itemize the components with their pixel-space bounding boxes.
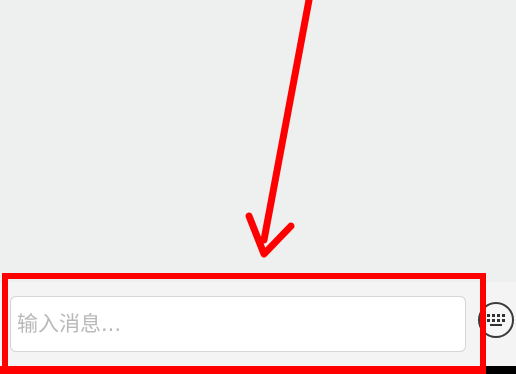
keyboard-toggle-button[interactable]	[478, 302, 514, 338]
highlight-bottom-edge	[0, 366, 480, 374]
bottom-edge	[0, 366, 516, 374]
chat-message-area	[0, 0, 516, 282]
keyboard-icon	[487, 314, 505, 326]
message-input[interactable]	[10, 296, 466, 352]
